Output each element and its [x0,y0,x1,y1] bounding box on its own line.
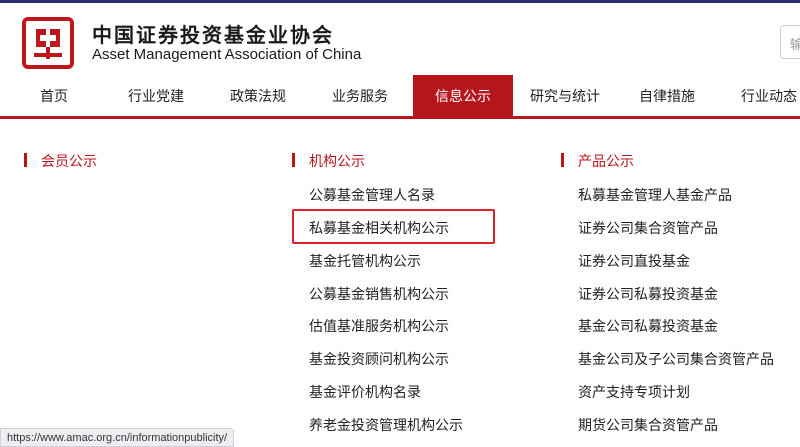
section-title-member[interactable]: 会员公示 [41,151,97,171]
main-nav: 首页 行业党建 政策法规 业务服务 信息公示 研究与统计 自律措施 行业动态 [0,75,800,119]
link-valuation-services[interactable]: 估值基准服务机构公示 [309,316,449,336]
link-investment-advisors[interactable]: 基金投资顾问机构公示 [309,349,449,369]
section-marker [561,153,564,167]
link-securities-direct-funds[interactable]: 证券公司直投基金 [578,251,690,271]
link-sales-institutions[interactable]: 公募基金销售机构公示 [309,284,449,304]
site-header: 中国证券投资基金业协会 Asset Management Association… [0,3,800,75]
link-pension-managers[interactable]: 养老金投资管理机构公示 [309,415,463,435]
link-fund-rating-agencies[interactable]: 基金评价机构名录 [309,382,421,402]
link-abs-plans[interactable]: 资产支持专项计划 [578,382,690,402]
amac-seal-logo-icon[interactable] [22,17,74,69]
nav-item-self-regulation[interactable]: 自律措施 [617,75,717,116]
search-input[interactable]: 输 [780,25,800,59]
section-marker [292,153,295,167]
nav-item-home[interactable]: 首页 [4,75,104,116]
section-marker [24,153,27,167]
nav-item-policies[interactable]: 政策法规 [208,75,308,116]
brand-chinese-name[interactable]: 中国证券投资基金业协会 [92,19,334,48]
search-placeholder: 输 [790,38,800,53]
nav-item-industry-news[interactable]: 行业动态 [717,75,800,116]
link-public-fund-managers[interactable]: 公募基金管理人名录 [309,185,435,205]
link-fund-company-private-funds[interactable]: 基金公司私募投资基金 [578,316,718,336]
nav-item-party-building[interactable]: 行业党建 [104,75,208,116]
link-securities-collective-products[interactable]: 证券公司集合资管产品 [578,218,718,238]
section-title-institution[interactable]: 机构公示 [309,151,365,171]
link-private-fund-products[interactable]: 私募基金管理人基金产品 [578,185,732,205]
selection-highlight-box [292,209,495,244]
link-custodians[interactable]: 基金托管机构公示 [309,251,421,271]
link-securities-private-funds[interactable]: 证券公司私募投资基金 [578,284,718,304]
link-futures-collective-products[interactable]: 期货公司集合资管产品 [578,415,718,435]
nav-item-services[interactable]: 业务服务 [308,75,412,116]
browser-status-url: https://www.amac.org.cn/informationpubli… [0,428,235,447]
nav-item-research[interactable]: 研究与统计 [513,75,617,116]
link-fund-company-collective-products[interactable]: 基金公司及子公司集合资管产品 [578,349,774,369]
section-title-products[interactable]: 产品公示 [578,151,634,171]
nav-item-info-disclosure[interactable]: 信息公示 [413,75,513,116]
brand-english-name[interactable]: Asset Management Association of China [92,46,361,63]
